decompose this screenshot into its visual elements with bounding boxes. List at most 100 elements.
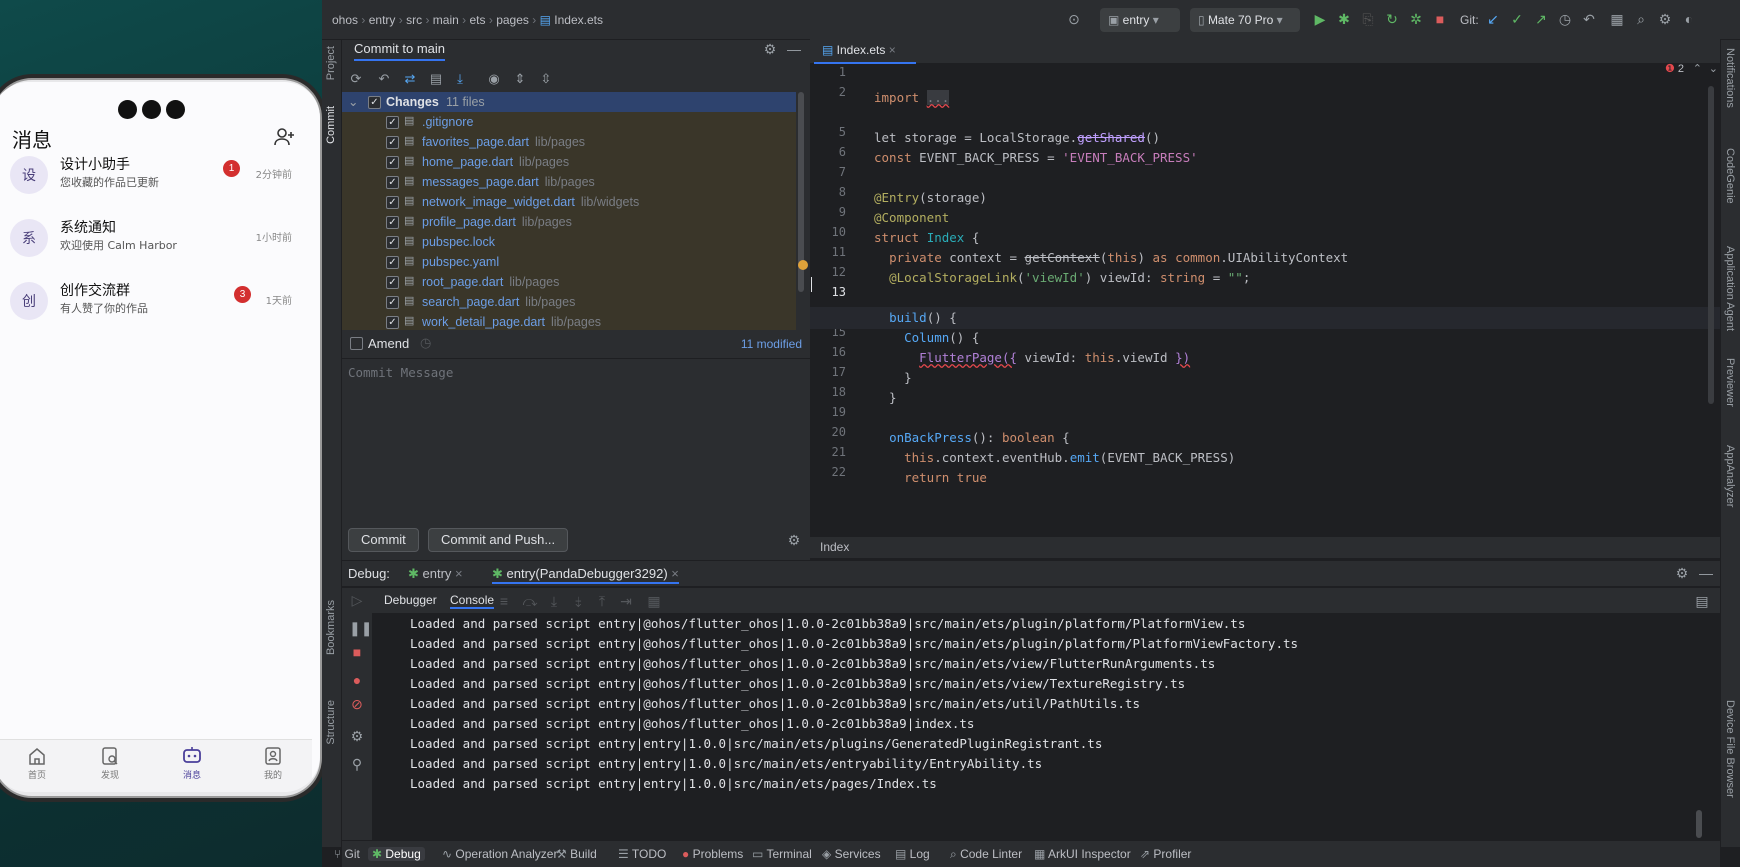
attach-icon[interactable]: ⎘ xyxy=(1360,11,1376,27)
run-icon[interactable]: ▶ xyxy=(1312,11,1328,27)
project-structure-icon[interactable]: ▦ xyxy=(1609,11,1625,27)
history-icon[interactable]: ◷ xyxy=(420,335,431,351)
commit-and-push-button[interactable]: Commit and Push... xyxy=(428,528,569,552)
chat-item[interactable]: 设 设计小助手 您收藏的作品已更新 1 2分钟前 xyxy=(0,144,320,206)
checkbox[interactable]: ✓ xyxy=(386,136,399,149)
account-icon[interactable]: ◐ xyxy=(1681,11,1697,27)
step-over-icon[interactable]: ⤼ xyxy=(522,593,538,609)
tab-index-ets[interactable]: ▤ Index.ets × xyxy=(814,36,916,64)
chat-item[interactable]: 创 创作交流群 有人赞了你的作品 3 1天前 xyxy=(0,270,320,332)
checkbox[interactable]: ✓ xyxy=(386,276,399,289)
stop-icon[interactable]: ■ xyxy=(349,644,365,660)
tab-debugger[interactable]: Debugger xyxy=(384,593,437,607)
structure-tool[interactable]: Structure xyxy=(325,700,337,745)
breakpoints-icon[interactable]: ● xyxy=(349,672,365,688)
bulb-icon[interactable] xyxy=(798,260,808,270)
tool-window-code-linter[interactable]: ⌕ Code Linter xyxy=(950,847,1022,862)
step-out-icon[interactable]: ⤒ xyxy=(594,593,610,609)
chevron-down-icon[interactable]: ⌄ xyxy=(1709,62,1718,75)
close-icon[interactable]: × xyxy=(668,566,679,581)
debug-icon[interactable]: ✱ xyxy=(1336,11,1352,27)
application-agent-tool[interactable]: Application Agent xyxy=(1724,246,1736,331)
struct-breadcrumb[interactable]: Index xyxy=(820,540,849,554)
tool-window-log[interactable]: ▤ Log xyxy=(895,847,930,861)
changed-file-row[interactable]: ✓ ▤ .gitignore xyxy=(342,112,796,132)
changed-file-row[interactable]: ✓ ▤ messages_page.dart lib/pages xyxy=(342,172,796,192)
minimize-icon[interactable]: — xyxy=(786,41,802,57)
refresh-icon[interactable]: ⟳ xyxy=(348,71,364,87)
project-tool[interactable]: Project xyxy=(325,46,337,80)
checkbox[interactable]: ✓ xyxy=(368,96,381,109)
target-icon[interactable]: ⊙ xyxy=(1066,11,1082,27)
commit-button[interactable]: Commit xyxy=(348,528,419,552)
bookmarks-tool[interactable]: Bookmarks xyxy=(325,600,337,655)
rollback-icon[interactable]: ↶ xyxy=(376,71,392,87)
evaluate-icon[interactable]: ▦ xyxy=(646,593,662,609)
previewer-tool[interactable]: Previewer xyxy=(1724,358,1736,407)
module-select[interactable]: ▣ entry ▾ xyxy=(1100,8,1180,32)
layout-icon[interactable]: ▤ xyxy=(1694,593,1710,609)
gear-icon[interactable]: ⚙ xyxy=(349,728,365,744)
git-commit-icon[interactable]: ✓ xyxy=(1509,11,1525,27)
changed-file-row[interactable]: ✓ ▤ root_page.dart lib/pages xyxy=(342,272,796,292)
changed-file-row[interactable]: ✓ ▤ network_image_widget.dart lib/widgets xyxy=(342,192,796,212)
shelve-icon[interactable]: ▤ xyxy=(428,71,444,87)
step-into-icon[interactable]: ⤓ xyxy=(546,593,562,609)
gear-icon[interactable]: ⚙ xyxy=(786,532,802,548)
checkbox[interactable]: ✓ xyxy=(386,256,399,269)
changed-file-row[interactable]: ✓ ▤ home_page.dart lib/pages xyxy=(342,152,796,172)
chevron-down-icon[interactable]: ⌄ xyxy=(348,94,358,109)
changed-file-row[interactable]: ✓ ▤ work_detail_page.dart lib/pages xyxy=(342,312,796,332)
appanalyzer-tool[interactable]: AppAnalyzer xyxy=(1724,445,1736,507)
pin-icon[interactable]: ⚲ xyxy=(349,756,365,772)
amend-checkbox[interactable] xyxy=(350,337,363,350)
tab-profile[interactable]: 我的 xyxy=(243,746,303,781)
changed-file-row[interactable]: ✓ ▤ favorites_page.dart lib/pages xyxy=(342,132,796,152)
breadcrumb-item[interactable]: src xyxy=(406,13,422,27)
tool-window-git[interactable]: ⑂ Git xyxy=(334,847,360,861)
collapse-all-icon[interactable]: ⇳ xyxy=(538,71,554,87)
code-area[interactable]: import ... let storage = LocalStorage.ge… xyxy=(798,62,1720,536)
changes-group-row[interactable]: ⌄ ✓ Changes 11 files xyxy=(342,92,796,112)
tab-messages[interactable]: 消息 xyxy=(162,746,222,781)
search-icon[interactable]: ⌕ xyxy=(1633,11,1649,27)
modified-count[interactable]: 11 modified xyxy=(741,337,802,351)
breadcrumb-item[interactable]: pages xyxy=(496,13,529,27)
tool-window-todo[interactable]: ☰ TODO xyxy=(618,847,666,861)
checkbox[interactable]: ✓ xyxy=(386,116,399,129)
checkbox[interactable]: ✓ xyxy=(386,196,399,209)
gear-icon[interactable]: ⚙ xyxy=(1674,565,1690,581)
tab-home[interactable]: 首页 xyxy=(7,746,67,781)
breadcrumb-item[interactable]: Index.ets xyxy=(554,13,603,27)
stop-icon[interactable]: ■ xyxy=(1432,11,1448,27)
tool-window-arkui-inspector[interactable]: ▦ ArkUI Inspector xyxy=(1034,847,1131,861)
checkbox[interactable]: ✓ xyxy=(386,296,399,309)
tool-window-problems[interactable]: ● Problems xyxy=(682,847,743,861)
minimize-icon[interactable]: — xyxy=(1698,565,1714,581)
device-file-browser-tool[interactable]: Device File Browser xyxy=(1724,700,1736,798)
checkbox[interactable]: ✓ xyxy=(386,236,399,249)
changed-file-row[interactable]: ✓ ▤ pubspec.yaml xyxy=(342,252,796,272)
changed-file-row[interactable]: ✓ ▤ profile_page.dart lib/pages xyxy=(342,212,796,232)
gear-icon[interactable]: ⚙ xyxy=(762,41,778,57)
close-icon[interactable]: × xyxy=(451,566,463,581)
eye-icon[interactable]: ◉ xyxy=(486,71,502,87)
tool-window-terminal[interactable]: ▭ Terminal xyxy=(752,847,812,861)
chevron-up-icon[interactable]: ⌃ xyxy=(1693,62,1702,75)
console-output[interactable]: Loaded and parsed script entry|@ohos/flu… xyxy=(372,614,1702,840)
breadcrumb-item[interactable]: main xyxy=(433,13,459,27)
tab-discover[interactable]: 发现 xyxy=(80,746,140,781)
checkbox[interactable]: ✓ xyxy=(386,176,399,189)
changed-file-row[interactable]: ✓ ▤ search_page.dart lib/pages xyxy=(342,292,796,312)
expand-all-icon[interactable]: ⇕ xyxy=(512,71,528,87)
close-icon[interactable]: × xyxy=(885,43,896,57)
run-to-cursor-icon[interactable]: ⇥ xyxy=(618,593,634,609)
gear-icon[interactable]: ⚙ xyxy=(1657,11,1673,27)
changed-file-row[interactable]: ✓ ▤ pubspec.lock xyxy=(342,232,796,252)
tool-window-debug[interactable]: ✱ Debug xyxy=(368,847,425,861)
mute-breakpoints-icon[interactable]: ⊘ xyxy=(349,696,365,712)
breadcrumb-item[interactable]: ets xyxy=(469,13,485,27)
error-icon[interactable]: ❶ 2 xyxy=(1665,62,1684,75)
device-select[interactable]: ▯ Mate 70 Pro ▾ xyxy=(1190,8,1300,32)
debug-session-tab[interactable]: ✱ entry(PandaDebugger3292) × xyxy=(492,566,679,584)
